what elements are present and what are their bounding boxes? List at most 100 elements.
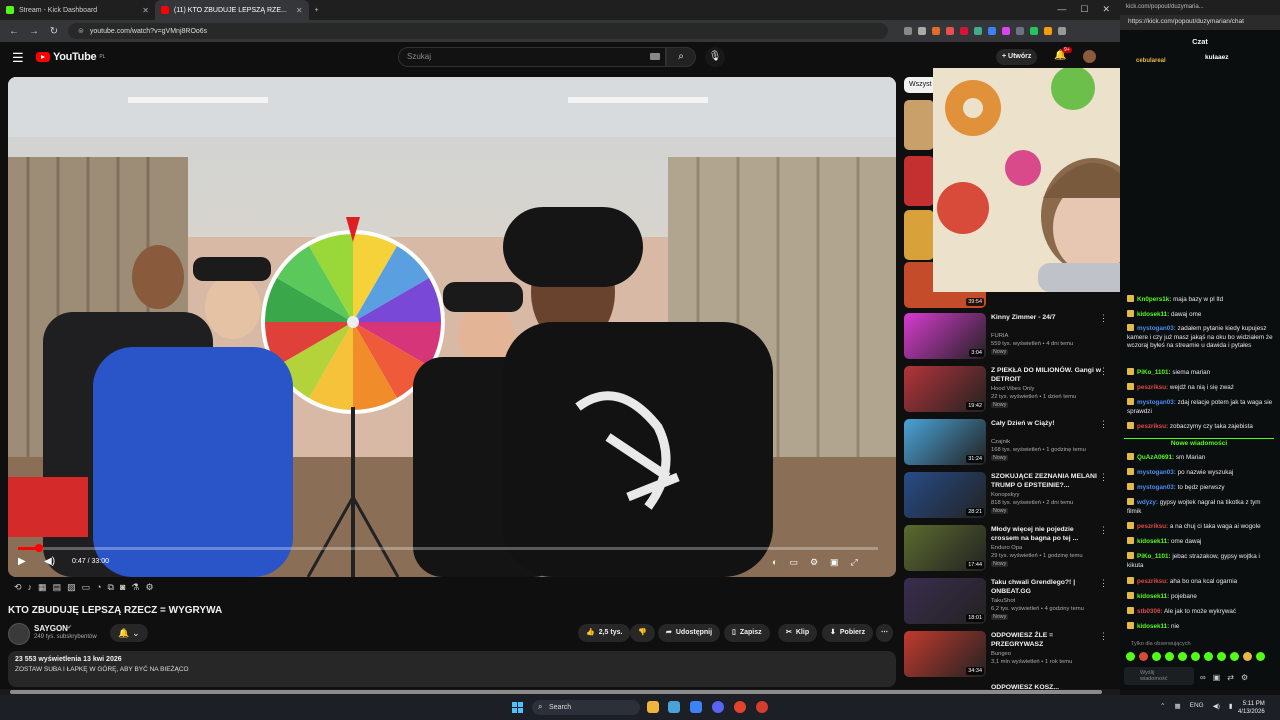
chat-username[interactable]: kidosek11: [1137,311,1169,318]
autoplay-toggle-icon[interactable]: ◐ [772,557,777,568]
subtitles-icon[interactable]: ▭ [789,557,798,568]
recommendation-title[interactable]: SZOKUJĄCE ZEZNANIA MELANI TRUMP O EPSTEI… [991,473,1101,490]
recommendation-channel[interactable]: Czajnik [991,439,1010,445]
close-window-icon[interactable]: ✕ [1102,4,1110,15]
grid-icon[interactable]: ▤ [53,582,62,593]
recommendation-channel[interactable]: Bungeo [991,651,1011,657]
fullscreen-icon[interactable]: ⤢ [851,557,858,568]
keyboard-icon[interactable] [650,53,660,60]
taskbar-clock[interactable]: 5:11 PM 4/13/2026 [1238,700,1265,716]
speed-icon[interactable]: ◔ [96,582,101,593]
scrollbar-thumb[interactable] [10,690,1102,694]
network-icon[interactable]: ▮ [1229,702,1233,710]
image-icon[interactable]: ▨ [67,582,76,593]
dislike-button[interactable]: 👎 [630,624,655,642]
windows-start-icon[interactable] [512,702,523,713]
more-vertical-icon[interactable]: ⋮ [1099,472,1108,483]
video-thumbnail[interactable]: 3:04 [904,313,986,359]
video-thumbnail[interactable]: 28:21 [904,472,986,518]
chat-username[interactable]: wdyzy: [1137,499,1158,506]
search-input[interactable]: Szukaj [398,47,666,67]
recommendation-title[interactable]: Młody więcej nie pojedzie crossem na bag… [991,526,1101,543]
extension-icon[interactable] [1030,27,1038,35]
tab-kick-dashboard[interactable]: Stream - Kick Dashboard ✕ [0,0,155,20]
chat-username[interactable]: kidosek11: [1137,538,1169,545]
voice-search-button[interactable]: 🎙 [705,47,725,67]
emote-icon[interactable] [1139,652,1148,661]
progress-track[interactable] [18,547,878,550]
photos-icon[interactable] [668,701,680,713]
recommendation-channel[interactable]: Enduro Opa [991,545,1022,551]
obs-icon[interactable] [756,701,768,713]
camera-icon[interactable]: ◙ [120,582,125,593]
link-icon[interactable]: ∞ [1200,673,1206,682]
more-vertical-icon[interactable]: ⋮ [1099,525,1108,536]
chrome-icon[interactable] [734,701,746,713]
clip-button[interactable]: ✂ Klip [778,624,818,642]
play-icon[interactable]: ▶ [18,556,26,567]
extension-icon[interactable] [932,27,940,35]
emote-icon[interactable] [1191,652,1200,661]
recommendation-item[interactable]: 34:34 ODPOWIESZ ŹLE = PRZEGRYWASZ Bungeo 3,… [904,631,1114,681]
chat-username[interactable]: peszriksu: [1137,523,1168,530]
more-vertical-icon[interactable]: ⋮ [1099,631,1108,642]
reload-icon[interactable]: ↻ [48,26,60,37]
new-tab-button[interactable]: + [309,0,325,20]
video-thumbnail[interactable]: 19:42 [904,366,986,412]
chat-input[interactable]: Wyślij wiadomość [1124,667,1194,685]
recommendation-item[interactable]: 31:24 Cały Dzień w Ciąży! Czajnik 168 tys. … [904,419,1114,469]
extension-icon[interactable] [974,27,982,35]
volume-icon[interactable]: ◀) [1213,702,1220,710]
emote-icon[interactable] [1126,652,1135,661]
download-button[interactable]: ⬇ Pobierz [822,624,874,642]
more-vertical-icon[interactable]: ⋮ [1099,313,1108,324]
chat-username[interactable]: mystogan03: [1137,399,1176,406]
chat-username[interactable]: mystogan03: [1137,325,1176,332]
recommendation-channel[interactable]: Konopskyy [991,492,1019,498]
extension-icon[interactable] [960,27,968,35]
emote-icon[interactable] [1230,652,1239,661]
description-box[interactable]: 23 553 wyświetlenia 13 kwi 2026 ZOSTAW S… [8,651,896,687]
video-thumbnail[interactable]: 31:24 [904,419,986,465]
chat-username[interactable]: stb0306: [1137,608,1163,615]
emote-icon[interactable] [1152,652,1161,661]
create-button[interactable]: + Utwórz [996,49,1038,65]
emote-icon[interactable] [1204,652,1213,661]
forward-icon[interactable]: → [28,26,40,37]
pip-icon[interactable]: ⧉ [108,582,114,593]
emote-icon[interactable] [1165,652,1174,661]
recommendation-channel[interactable]: Hood Vibes Only [991,386,1034,392]
settings-gear-icon[interactable]: ⚙ [810,557,818,568]
filter-chip-all[interactable]: Wszyst [904,77,937,93]
extension-icon[interactable] [1044,27,1052,35]
recommendation-item[interactable]: 19:42 Z PIEKŁA DO MILIONÓW. Gangi w DETRO… [904,366,1114,416]
chat-username[interactable]: mystogan03: [1137,484,1176,491]
more-vertical-icon[interactable]: ⋮ [1099,366,1108,377]
maximize-icon[interactable]: ☐ [1080,4,1088,15]
pinned-user[interactable]: cebulareal [1136,58,1166,64]
kick-url-bar[interactable]: https://kick.com/popout/duzymarian/chat [1120,15,1280,30]
extension-icon[interactable] [988,27,996,35]
back-icon[interactable]: ← [8,26,20,37]
channel-name[interactable]: SAYGON [34,624,68,633]
taskbar-search[interactable]: Search [532,700,640,715]
youtube-logo[interactable]: YouTube PL [36,51,105,63]
gear-icon[interactable]: ⚙ [146,582,154,593]
recommendation-item[interactable]: 3:04 Kinny Zimmer - 24/7 FURIA 559 tys. wyś… [904,313,1114,363]
bookmark-star-icon[interactable] [918,27,926,35]
recommendation-title[interactable]: Taku chwali Grendlego?! | ONBEAT.GG [991,579,1101,596]
extension-icon[interactable] [1002,27,1010,35]
close-tab-icon[interactable]: ✕ [296,6,303,15]
video-thumbnail[interactable]: 34:34 [904,631,986,677]
recommendation-title[interactable]: Z PIEKŁA DO MILIONÓW. Gangi w DETROIT [991,367,1101,384]
chat-username[interactable]: peszriksu: [1137,423,1168,430]
tray-lang[interactable]: ENG [1190,702,1204,710]
volume-icon[interactable]: ◀) [44,556,55,567]
minimize-icon[interactable]: — [1057,4,1066,15]
search-button[interactable]: ⌕ [666,47,696,67]
chat-username[interactable]: PiKo_1101: [1137,553,1171,560]
chat-username[interactable]: Kn0pers1k: [1137,296,1171,303]
tray-app-icon[interactable]: ▦ [1174,702,1180,710]
emote-icon[interactable] [1217,652,1226,661]
recommendation-item[interactable]: 28:21 SZOKUJĄCE ZEZNANIA MELANI TRUMP O E… [904,472,1114,522]
